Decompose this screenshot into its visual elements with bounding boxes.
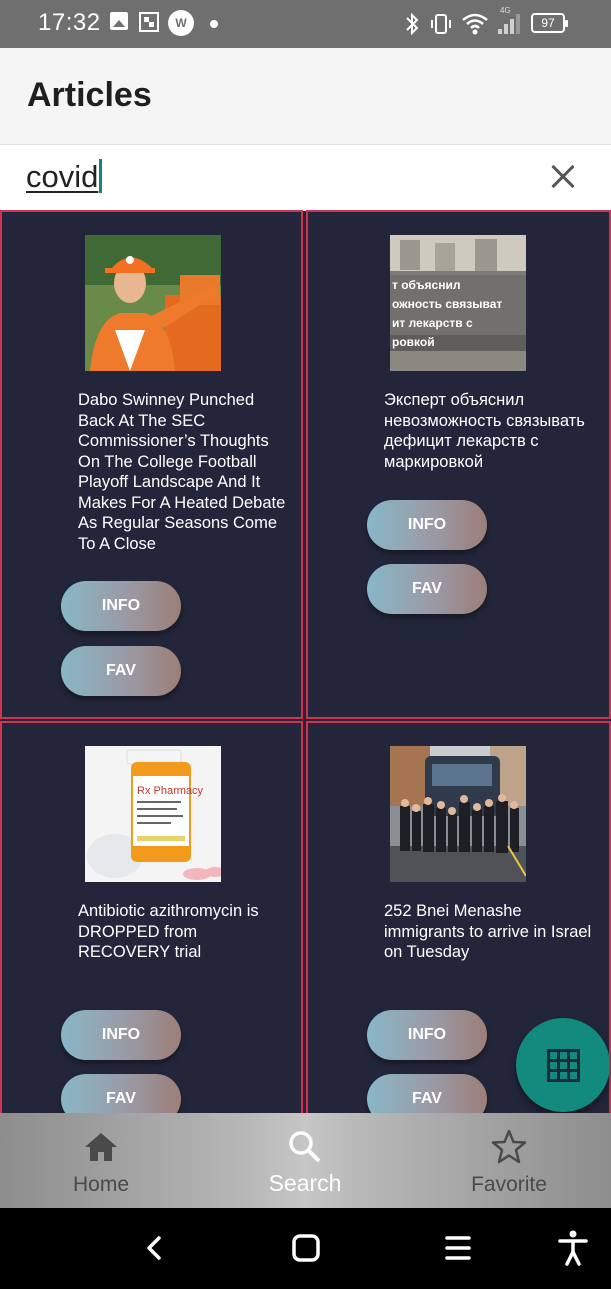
grid-toggle-button[interactable] [516, 1018, 610, 1112]
article-image: т объяснил ожность связыват ит лекарств … [390, 235, 526, 371]
signal-icon [498, 12, 520, 34]
bottom-navigation: Home Search Favorite [0, 1113, 611, 1208]
nav-label: Favorite [471, 1173, 547, 1196]
qr-icon [139, 12, 159, 32]
search-input[interactable]: covid [26, 159, 103, 195]
battery-level: 97 [541, 16, 555, 30]
nav-label: Search [268, 1170, 342, 1196]
article-image [85, 235, 221, 371]
vibrate-icon [431, 14, 451, 34]
image-caption-line-4: ровкой [392, 335, 435, 349]
article-image: Rx Pharmacy [85, 746, 221, 882]
accessibility-icon[interactable] [553, 1228, 593, 1268]
nav-label: Home [72, 1173, 130, 1196]
article-title: Эксперт объяснил невозможность связывать… [384, 391, 585, 471]
search-bar: covid [0, 144, 611, 211]
star-icon [491, 1129, 527, 1164]
nav-favorite[interactable]: Favorite [434, 1113, 584, 1208]
article-title: Dabo Swinney Punched Back At The SEC Com… [78, 391, 286, 553]
dot-icon [210, 20, 218, 28]
search-input-value: covid [26, 159, 99, 194]
battery-icon: 97 [531, 13, 568, 33]
article-card[interactable]: Rx Pharmacy Antibiotic azithromycin is D… [0, 721, 303, 1113]
system-navigation [0, 1208, 611, 1289]
page-title: Articles [27, 76, 152, 114]
text-cursor [99, 159, 103, 193]
gallery-icon [110, 12, 128, 30]
app-bar: Articles [0, 48, 611, 144]
article-image [390, 746, 526, 882]
home-square-icon[interactable] [286, 1228, 326, 1268]
image-caption-line-2: ожность связыват [392, 297, 502, 311]
articles-grid: Dabo Swinney Punched Back At The SEC Com… [0, 210, 611, 1113]
home-icon [85, 1133, 117, 1161]
info-button[interactable]: INFO [61, 1010, 181, 1060]
article-card[interactable]: Dabo Swinney Punched Back At The SEC Com… [0, 210, 303, 719]
bluetooth-icon [406, 12, 419, 36]
nav-search[interactable]: Search [230, 1113, 380, 1208]
image-rx-label: Rx Pharmacy [137, 785, 204, 797]
image-caption-line-1: т объяснил [392, 278, 460, 292]
grid-icon [547, 1049, 580, 1082]
info-button[interactable]: INFO [61, 581, 181, 631]
search-icon [289, 1131, 321, 1163]
status-time: 17:32 [38, 9, 101, 36]
info-button[interactable]: INFO [367, 1010, 487, 1060]
fav-button[interactable]: FAV [367, 1074, 487, 1113]
wifi-icon [462, 13, 488, 35]
nav-home[interactable]: Home [26, 1113, 176, 1208]
back-icon[interactable] [134, 1228, 174, 1268]
status-bar: 17:32 W 4G 97 [0, 0, 611, 48]
recents-icon[interactable] [438, 1228, 478, 1268]
article-title: Antibiotic azithromycin is DROPPED from … [78, 902, 259, 961]
fav-button[interactable]: FAV [367, 564, 487, 614]
article-card[interactable]: т объяснил ожность связыват ит лекарств … [306, 210, 611, 719]
close-icon[interactable] [546, 159, 582, 195]
fav-button[interactable]: FAV [61, 1074, 181, 1113]
info-button[interactable]: INFO [367, 500, 487, 550]
ww-app-icon: W [168, 10, 194, 36]
image-caption-line-3: ит лекарств с [392, 316, 473, 330]
fav-button[interactable]: FAV [61, 646, 181, 696]
article-title: 252 Bnei Menashe immigrants to arrive in… [384, 902, 592, 961]
